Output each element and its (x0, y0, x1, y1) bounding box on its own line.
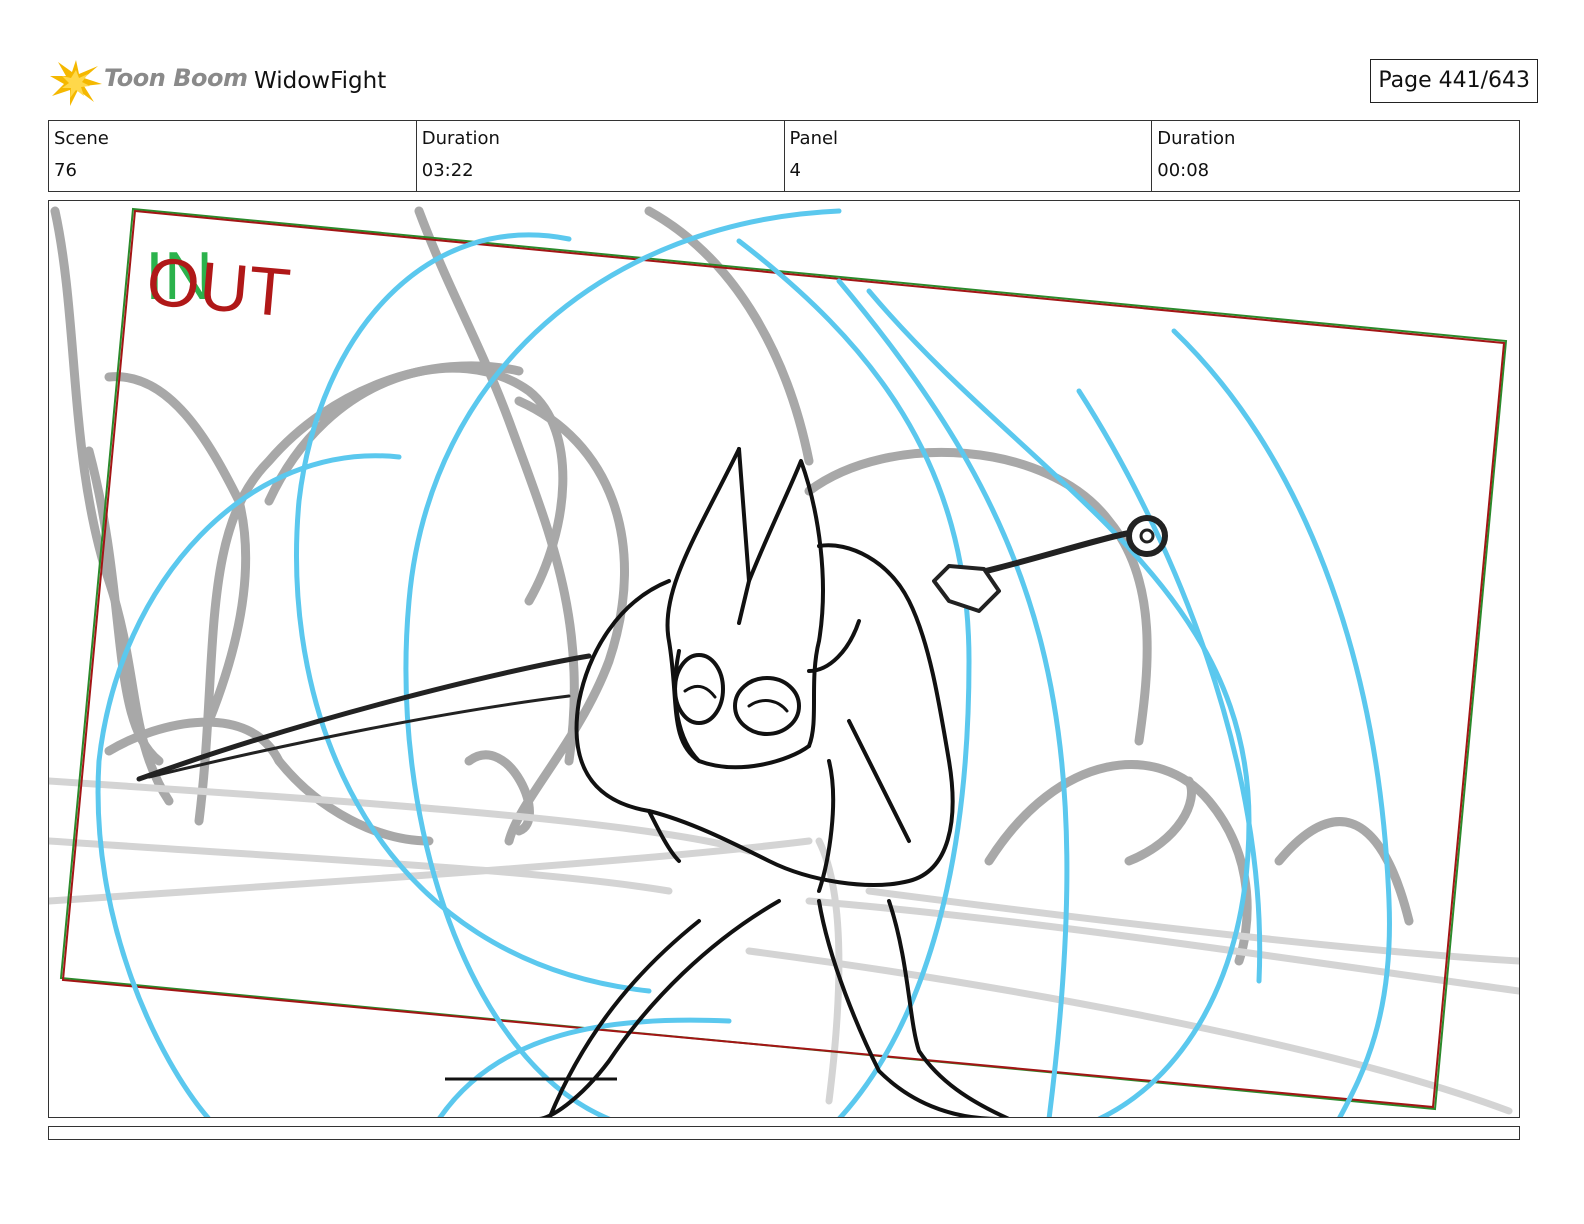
project-title: WidowFight (254, 68, 387, 94)
page-header: Toon Boom WidowFight Page 441/643 (48, 54, 1538, 110)
page-number: Page 441/643 (1370, 59, 1538, 103)
storyboard-panel: IN OUT (48, 200, 1520, 1118)
panel-drawing: IN OUT (49, 206, 1519, 1117)
scene-duration-label: Duration (421, 128, 500, 149)
effect-lines (95, 208, 1392, 1117)
panel-notes-area (48, 1126, 1520, 1140)
brand-name: Toon Boom (104, 64, 248, 92)
scene-info-table: Scene 76 Duration 03:22 Panel 4 Duration… (48, 120, 1520, 192)
panel-value: 4 (789, 160, 801, 181)
scene-value: 76 (54, 160, 77, 181)
panel-label: Panel (789, 128, 839, 149)
camera-frame (59, 207, 1508, 1111)
panel-duration-label: Duration (1157, 128, 1236, 149)
out-marker: OUT (144, 243, 294, 331)
widow-character (538, 447, 1010, 1117)
scene-duration-value: 03:22 (421, 160, 474, 181)
panel-duration-cell: Duration 00:08 (1152, 121, 1519, 191)
scene-duration-cell: Duration 03:22 (417, 121, 785, 191)
panel-duration-value: 00:08 (1157, 160, 1210, 181)
scene-cell: Scene 76 (49, 121, 417, 191)
panel-cell: Panel 4 (785, 121, 1153, 191)
ground-lines (49, 777, 1519, 1115)
scene-label: Scene (54, 128, 109, 149)
star-burst-icon (50, 60, 102, 106)
